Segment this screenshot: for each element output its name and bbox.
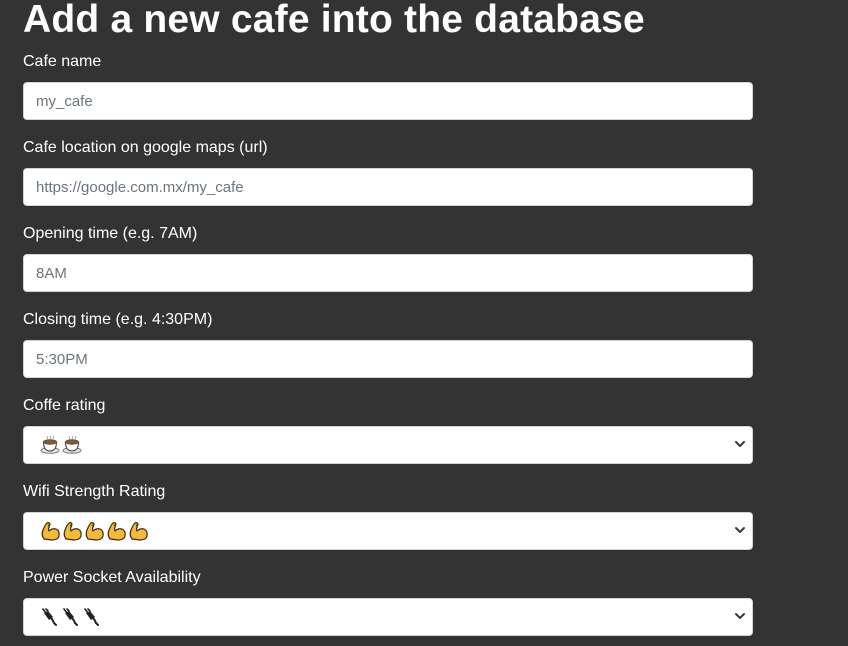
opening-time-group: Opening time (e.g. 7AM) 8AM: [23, 224, 753, 292]
location-url-input[interactable]: https://google.com.mx/my_cafe: [23, 168, 753, 206]
wifi-rating-value: [40, 521, 149, 541]
chevron-down-icon: [735, 441, 745, 447]
power-plug-icon: [63, 608, 78, 626]
flexed-biceps-icon: [63, 522, 82, 541]
closing-time-label: Closing time (e.g. 4:30PM): [23, 311, 213, 328]
cafe-name-placeholder: my_cafe: [36, 92, 93, 110]
coffee-rating-value: [40, 436, 82, 454]
coffee-cup-icon: [40, 436, 60, 454]
coffee-rating-group: Coffe rating: [23, 396, 753, 464]
add-cafe-page: Add a new cafe into the database Cafe na…: [0, 0, 848, 646]
opening-time-placeholder: 8AM: [36, 264, 67, 282]
wifi-rating-label: Wifi Strength Rating: [23, 483, 166, 500]
chevron-down-icon: [735, 613, 745, 619]
power-rating-value: [40, 608, 100, 626]
cafe-name-label: Cafe name: [23, 53, 102, 70]
coffee-cup-icon: [62, 436, 82, 454]
power-rating-group: Power Socket Availability: [23, 568, 753, 636]
coffee-rating-select[interactable]: [23, 426, 753, 464]
flexed-biceps-icon: [41, 522, 60, 541]
closing-time-input[interactable]: 5:30PM: [23, 340, 753, 378]
page-title: Add a new cafe into the database: [23, 0, 645, 41]
flexed-biceps-icon: [107, 522, 126, 541]
location-label: Cafe location on google maps (url): [23, 139, 268, 156]
location-placeholder: https://google.com.mx/my_cafe: [36, 178, 244, 196]
cafe-name-group: Cafe name my_cafe: [23, 52, 753, 120]
power-rating-select[interactable]: [23, 598, 753, 636]
power-rating-label: Power Socket Availability: [23, 569, 201, 586]
power-plug-icon: [42, 608, 57, 626]
location-group: Cafe location on google maps (url) https…: [23, 138, 753, 206]
coffee-rating-label: Coffe rating: [23, 397, 106, 414]
flexed-biceps-icon: [85, 522, 104, 541]
flexed-biceps-icon: [129, 522, 148, 541]
closing-time-placeholder: 5:30PM: [36, 350, 88, 368]
opening-time-label: Opening time (e.g. 7AM): [23, 225, 198, 242]
opening-time-input[interactable]: 8AM: [23, 254, 753, 292]
power-plug-icon: [84, 608, 99, 626]
cafe-name-input[interactable]: my_cafe: [23, 82, 753, 120]
chevron-down-icon: [735, 527, 745, 533]
wifi-rating-select[interactable]: [23, 512, 753, 550]
closing-time-group: Closing time (e.g. 4:30PM) 5:30PM: [23, 310, 753, 378]
wifi-rating-group: Wifi Strength Rating: [23, 482, 753, 550]
